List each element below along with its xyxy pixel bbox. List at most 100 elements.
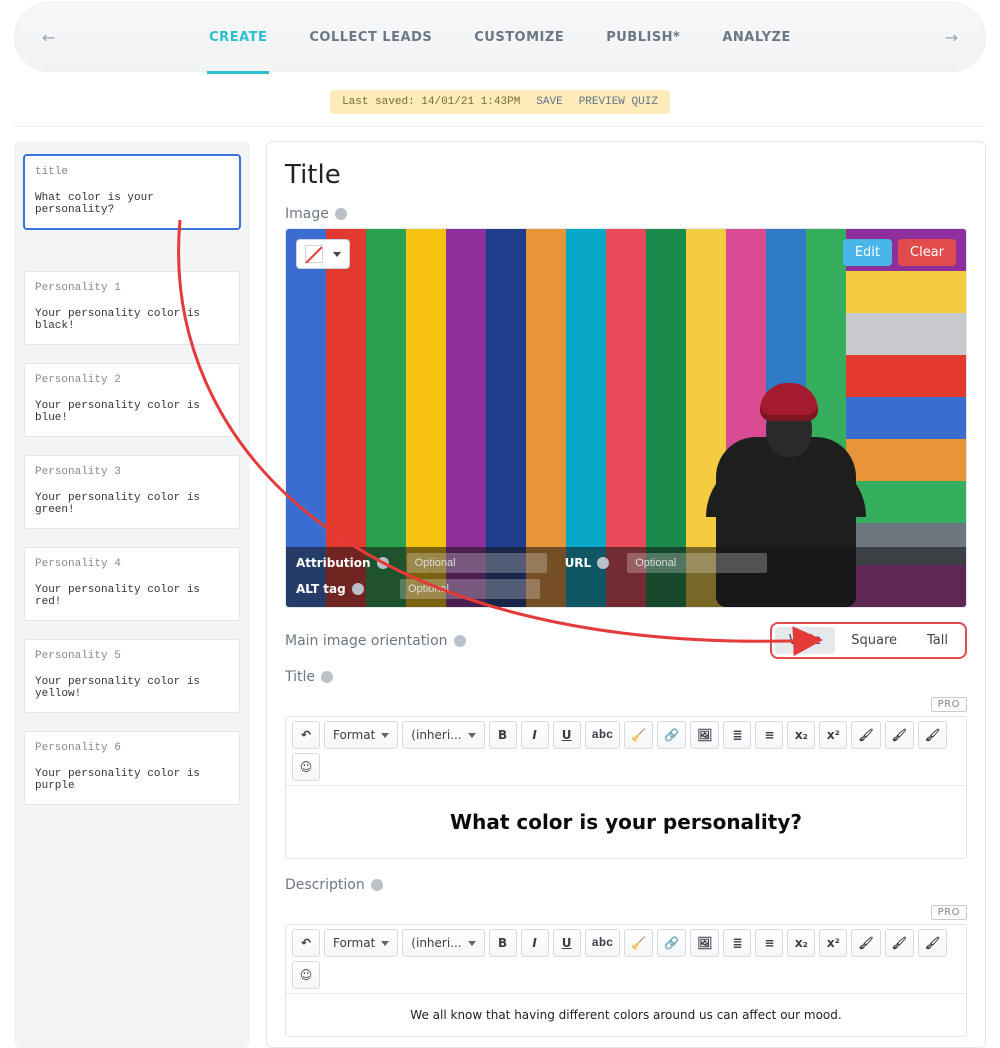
clear-image-button[interactable]: Clear (898, 239, 956, 266)
orientation-label: Main image orientation (285, 633, 466, 649)
image-section-label: Image (285, 206, 967, 222)
tab-collect-leads[interactable]: COLLECT LEADS (307, 2, 434, 72)
tab-create[interactable]: CREATE (207, 2, 269, 72)
strike-button[interactable]: abc (585, 721, 621, 749)
sidebar-title-card[interactable]: title What color is your personality? (24, 155, 240, 229)
info-icon[interactable] (454, 635, 466, 647)
edit-image-button[interactable]: Edit (843, 239, 892, 266)
emoji-button[interactable]: ☺ (292, 753, 320, 781)
sidebar-item-label: Personality 5 (35, 650, 229, 662)
sidebar-item-text: What color is your personality? (35, 192, 229, 216)
ul-button[interactable]: ≣ (723, 721, 751, 749)
paint-3-button[interactable]: 🖌 (918, 721, 947, 749)
alt-tag-label: ALT tag (296, 582, 382, 596)
subscript-button[interactable]: x₂ (787, 929, 815, 957)
attribution-input[interactable] (407, 553, 547, 573)
next-arrow-icon[interactable]: → (945, 28, 958, 47)
sidebar-item-label: Personality 6 (35, 742, 229, 754)
link-button[interactable]: 🔗 (657, 929, 686, 957)
image-button[interactable]: 🖼 (690, 929, 719, 957)
image-button[interactable]: 🖼 (690, 721, 719, 749)
paint-1-button[interactable]: 🖌 (851, 929, 880, 957)
preview-quiz-button[interactable]: PREVIEW QUIZ (579, 96, 658, 108)
title-editor[interactable]: What color is your personality? (285, 786, 967, 859)
superscript-button[interactable]: x² (819, 929, 847, 957)
tab-analyze[interactable]: ANALYZE (720, 2, 792, 72)
orientation-square[interactable]: Square (837, 627, 911, 654)
image-preview: Edit Clear Attribution URL ALT tag (285, 228, 967, 608)
info-icon[interactable] (352, 583, 364, 595)
tab-publish[interactable]: PUBLISH* (604, 2, 682, 72)
info-icon[interactable] (597, 557, 609, 569)
orientation-tall[interactable]: Tall (913, 627, 962, 654)
save-bar: Last saved: 14/01/21 1:43PM SAVE PREVIEW… (14, 90, 986, 114)
ul-button[interactable]: ≣ (723, 929, 751, 957)
sidebar-item-personality-5[interactable]: Personality 5 Your personality color is … (24, 639, 240, 713)
chevron-down-icon (381, 941, 389, 946)
paint-3-button[interactable]: 🖌 (918, 929, 947, 957)
clear-format-button[interactable]: 🧹 (624, 929, 653, 957)
font-select[interactable]: (inheri... (402, 929, 484, 957)
sidebar-item-personality-4[interactable]: Personality 4 Your personality color is … (24, 547, 240, 621)
ol-button[interactable]: ≡ (755, 929, 783, 957)
sidebar-item-text: Your personality color is purple (35, 768, 229, 792)
sidebar-item-label: Personality 3 (35, 466, 229, 478)
url-input[interactable] (627, 553, 767, 573)
attribution-label: Attribution (296, 556, 389, 570)
info-icon[interactable] (371, 879, 383, 891)
sidebar-item-personality-2[interactable]: Personality 2 Your personality color is … (24, 363, 240, 437)
underline-button[interactable]: U (553, 929, 581, 957)
format-select[interactable]: Format (324, 721, 398, 749)
format-select[interactable]: Format (324, 929, 398, 957)
sidebar-item-text: Your personality color is green! (35, 492, 229, 516)
info-icon[interactable] (377, 557, 389, 569)
ol-button[interactable]: ≡ (755, 721, 783, 749)
superscript-button[interactable]: x² (819, 721, 847, 749)
prev-arrow-icon[interactable]: ← (42, 28, 55, 47)
chevron-down-icon (468, 941, 476, 946)
pro-badge: PRO (931, 697, 967, 712)
undo-button[interactable]: ↶ (292, 929, 320, 957)
subscript-button[interactable]: x₂ (787, 721, 815, 749)
info-icon[interactable] (321, 671, 333, 683)
sidebar-item-text: Your personality color is red! (35, 584, 229, 608)
background-style-button[interactable] (296, 239, 350, 269)
undo-button[interactable]: ↶ (292, 721, 320, 749)
description-editor[interactable]: We all know that having different colors… (285, 994, 967, 1037)
sidebar-item-personality-6[interactable]: Personality 6 Your personality color is … (24, 731, 240, 805)
strike-button[interactable]: abc (585, 929, 621, 957)
no-background-icon (305, 245, 323, 263)
sidebar-item-label: Personality 2 (35, 374, 229, 386)
paint-1-button[interactable]: 🖌 (851, 721, 880, 749)
font-select[interactable]: (inheri... (402, 721, 484, 749)
slides-sidebar: title What color is your personality? Pe… (14, 141, 250, 1048)
italic-button[interactable]: I (521, 721, 549, 749)
info-icon[interactable] (335, 208, 347, 220)
url-label: URL (565, 556, 610, 570)
sidebar-item-label: Personality 4 (35, 558, 229, 570)
tab-list: CREATE COLLECT LEADS CUSTOMIZE PUBLISH* … (207, 2, 793, 72)
tab-customize[interactable]: CUSTOMIZE (472, 2, 566, 72)
save-button[interactable]: SAVE (536, 96, 562, 108)
bold-button[interactable]: B (489, 929, 517, 957)
clear-format-button[interactable]: 🧹 (624, 721, 653, 749)
alt-tag-input[interactable] (400, 579, 540, 599)
sidebar-item-text: Your personality color is black! (35, 308, 229, 332)
orientation-wide[interactable]: Wide (775, 627, 835, 654)
sidebar-item-label: Personality 1 (35, 282, 229, 294)
pro-badge: PRO (931, 905, 967, 920)
sidebar-item-text: Your personality color is blue! (35, 400, 229, 424)
italic-button[interactable]: I (521, 929, 549, 957)
emoji-button[interactable]: ☺ (292, 961, 320, 989)
orientation-toggle: Wide Square Tall (770, 622, 967, 659)
main-editor: Title Image (266, 141, 986, 1048)
paint-2-button[interactable]: 🖌 (885, 929, 914, 957)
paint-2-button[interactable]: 🖌 (885, 721, 914, 749)
link-button[interactable]: 🔗 (657, 721, 686, 749)
sidebar-item-personality-3[interactable]: Personality 3 Your personality color is … (24, 455, 240, 529)
underline-button[interactable]: U (553, 721, 581, 749)
sidebar-item-personality-1[interactable]: Personality 1 Your personality color is … (24, 271, 240, 345)
bold-button[interactable]: B (489, 721, 517, 749)
chevron-down-icon (333, 252, 341, 257)
chevron-down-icon (468, 733, 476, 738)
